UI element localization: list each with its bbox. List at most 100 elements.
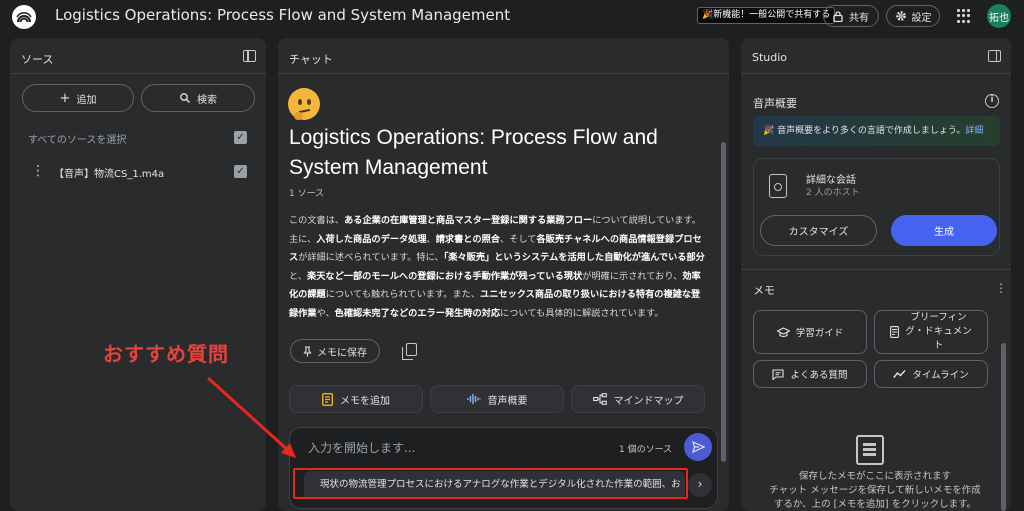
audio-overview-card: 詳細な会話 2 人のホスト カスタマイズ 生成 [753, 158, 1000, 256]
chat-title: チャット [289, 53, 333, 66]
graduation-cap-icon [776, 326, 790, 337]
source-count: 1 ソース [289, 189, 325, 199]
audio-overview-section-title: 音声概要 [753, 97, 797, 110]
save-to-memo-label: メモに保存 [317, 347, 367, 359]
annotation-highlight-box [293, 468, 688, 499]
faq-icon [772, 368, 785, 380]
memo-empty-text: 保存したメモがここに表示されます チャット メッセージを保存して新しいメモを作成… [755, 470, 995, 511]
source-more-icon[interactable]: ⋮ [31, 164, 45, 178]
generate-button[interactable]: 生成 [891, 215, 997, 246]
customize-button[interactable]: カスタマイズ [760, 215, 877, 246]
memo-section-title: メモ [753, 284, 775, 297]
summary-segment: 、 [426, 233, 436, 245]
thinking-face-icon [288, 88, 320, 120]
summary-segment: が詳細に述べられています。特に、 [298, 252, 444, 263]
mind-map-icon [592, 393, 607, 405]
studio-divider [741, 269, 1011, 270]
chat-scrollbar[interactable] [721, 142, 726, 462]
add-memo-button[interactable]: メモを追加 [289, 385, 423, 413]
notebook-title[interactable]: Logistics Operations: Process Flow and S… [55, 6, 510, 24]
summary-segment: が明確に示されており、 [582, 270, 683, 282]
promo-details-link[interactable]: 詳細 [965, 126, 983, 136]
timeline-label: タイムライン [912, 370, 969, 381]
collapse-sources-icon[interactable] [243, 50, 256, 62]
settings-button[interactable]: 設定 [886, 5, 940, 27]
apps-grid-icon[interactable] [957, 9, 971, 23]
study-guide-label: 学習ガイド [795, 328, 844, 339]
memo-add-icon [322, 392, 333, 406]
notes-empty-icon [856, 435, 884, 465]
faq-label: よくある質問 [790, 370, 848, 381]
summary-segment: と、 [289, 270, 308, 282]
timeline-button[interactable]: タイムライン [874, 360, 988, 388]
copy-icon[interactable] [402, 343, 417, 360]
gear-icon [895, 11, 906, 21]
send-icon [691, 441, 705, 453]
memo-empty-line-3: するか、上の [メモを追加] をクリックします。 [773, 499, 977, 510]
pin-icon [303, 345, 312, 356]
settings-label: 設定 [911, 12, 932, 24]
studio-scrollbar[interactable] [1001, 343, 1006, 511]
notebooklm-logo-icon[interactable] [12, 5, 36, 29]
briefing-doc-label-2: グ・ドキュメン [905, 326, 972, 337]
plus-icon: + [59, 90, 71, 106]
select-all-checkbox[interactable]: ✓ [234, 131, 247, 144]
briefing-doc-label-1: ブリーフィン [910, 312, 967, 323]
memo-more-icon[interactable]: ⋮ [995, 281, 1007, 295]
audio-overview-button[interactable]: 音声概要 [430, 385, 564, 413]
top-bar: Logistics Operations: Process Flow and S… [0, 0, 1024, 34]
new-feature-banner[interactable]: 🎉新機能！一般公開で共有する [697, 7, 836, 24]
memo-empty-line-1: 保存したメモがここに表示されます [798, 471, 951, 482]
audio-card-subtitle: 2 人のホスト [806, 188, 860, 198]
speaker-icon [769, 174, 787, 198]
notebook-summary: この文書は、ある企業の在庫管理と商品マスター登録に関する業務フローについて説明し… [289, 212, 709, 323]
source-item-label[interactable]: 【音声】物流CS_1.m4a [54, 165, 164, 180]
select-all-label: すべてのソースを選択 [28, 135, 127, 146]
info-icon[interactable]: i [985, 94, 999, 108]
summary-bold-segment: 「楽々販売」というシステムを活用した自動化が進んでいる部分 [443, 252, 705, 263]
send-button[interactable] [684, 433, 712, 461]
add-memo-label: メモを追加 [340, 395, 390, 407]
chat-header: チャット [278, 38, 729, 74]
mind-map-label: マインドマップ [613, 395, 684, 407]
next-suggestion-icon[interactable]: › [688, 473, 712, 497]
briefing-doc-button[interactable]: ブリーフィン グ・ドキュメン ト [874, 310, 988, 354]
share-label: 共有 [849, 12, 869, 24]
studio-header: Studio [741, 38, 1011, 74]
summary-bold-segment: 請求書との照合 [435, 233, 500, 245]
collapse-studio-icon[interactable] [988, 50, 1001, 62]
sources-panel: ソース + 追加 検索 すべてのソースを選択 ✓ ⋮ 【音声】物流CS_1.m4… [10, 38, 266, 511]
summary-segment: についても触れられています。また、 [325, 289, 481, 300]
add-source-button[interactable]: + 追加 [22, 84, 134, 112]
studio-panel: Studio 音声概要 i 🎉 音声概要をより多くの言語で作成しましょう。詳細 … [741, 38, 1011, 511]
study-guide-button[interactable]: 学習ガイド [753, 310, 867, 354]
summary-bold-segment: ある企業の在庫管理と商品マスター登録に関する業務フロー [344, 215, 593, 226]
briefing-doc-label-3: ト [933, 340, 944, 351]
document-icon [890, 326, 900, 338]
save-to-memo-button[interactable]: メモに保存 [290, 339, 380, 363]
user-avatar[interactable]: 拓也 [987, 4, 1011, 28]
discover-sources-label: 検索 [197, 94, 217, 106]
summary-segment: についても具体的に解説されています。 [500, 307, 664, 319]
audio-card-title: 詳細な会話 [806, 175, 856, 186]
sources-title: ソース [21, 53, 54, 66]
chat-input-placeholder[interactable]: 入力を開始します... [308, 439, 415, 456]
share-button[interactable]: 共有 [823, 5, 879, 27]
add-source-label: 追加 [76, 94, 97, 106]
chat-panel: チャット Logistics Operations: Process Flow … [278, 38, 729, 511]
summary-bold-segment: 色確認未完了などのエラー発生時の対応 [334, 307, 501, 319]
summary-segment: この文書は、 [289, 215, 345, 226]
audio-wave-icon [466, 394, 481, 404]
discover-sources-button[interactable]: 検索 [141, 84, 255, 112]
summary-bold-segment: 楽天など一部のモールへの登録における手動作業が残っている現状 [307, 270, 583, 282]
timeline-icon [893, 370, 906, 378]
audio-language-promo: 🎉 音声概要をより多くの言語で作成しましょう。詳細 [753, 116, 1000, 146]
audio-overview-label: 音声概要 [487, 395, 528, 407]
promo-text: 🎉 音声概要をより多くの言語で作成しましょう。 [763, 126, 966, 136]
studio-title: Studio [752, 51, 788, 64]
source-item-checkbox[interactable]: ✓ [234, 165, 247, 178]
faq-button[interactable]: よくある質問 [753, 360, 867, 388]
input-source-count: 1 個のソース [619, 445, 673, 455]
mind-map-button[interactable]: マインドマップ [571, 385, 705, 413]
search-sparkle-icon [180, 93, 190, 103]
